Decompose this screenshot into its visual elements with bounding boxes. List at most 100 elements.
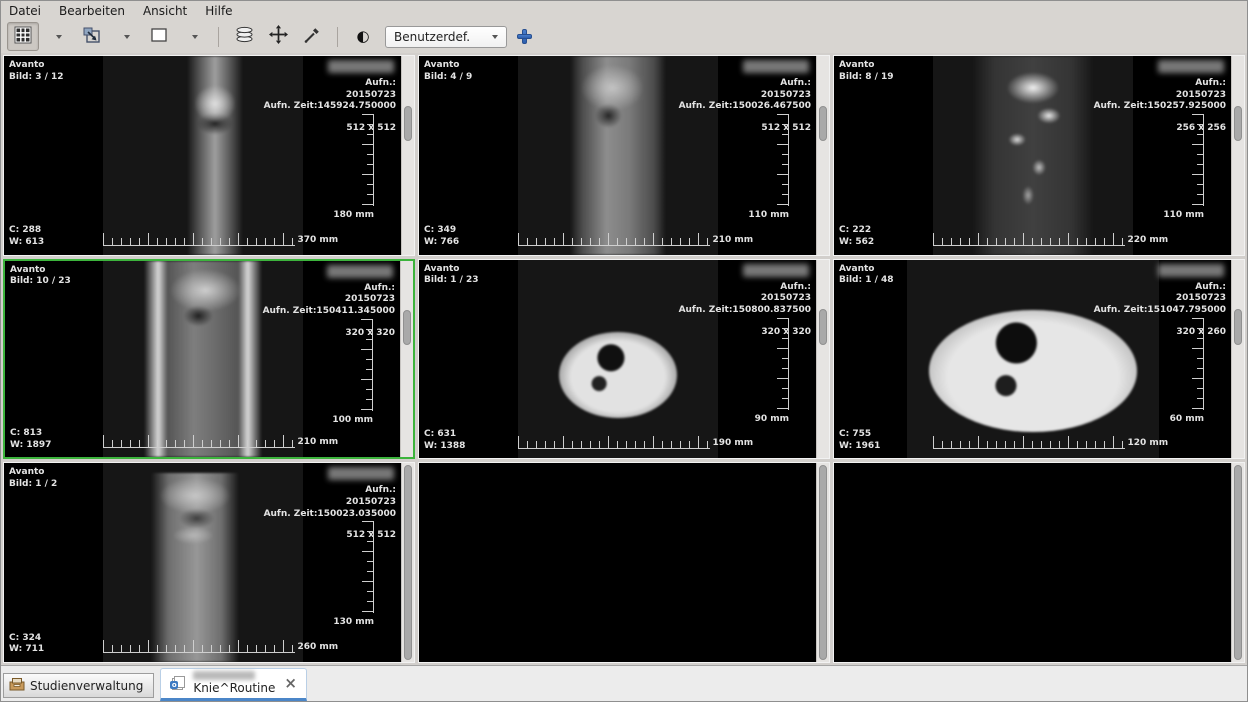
menu-datei[interactable]: Datei (9, 3, 50, 19)
vertical-ruler-ticks (361, 319, 373, 411)
acquisition-date: 20150723 (264, 90, 396, 102)
layout-grid-button[interactable] (7, 22, 39, 51)
zoom-fit-button[interactable] (75, 22, 107, 51)
viewport-scrollbar[interactable] (401, 463, 414, 662)
mri-viewport[interactable]: AvantoBild: 8 / 19Aufn.:20150723Aufn. Ze… (834, 56, 1231, 255)
viewport-cell[interactable]: AvantoBild: 1 / 23Aufn.:20150723Aufn. Ze… (418, 259, 830, 460)
scrollbar-thumb[interactable] (1234, 106, 1242, 142)
viewport-cell[interactable]: AvantoBild: 10 / 23 Aufn.:20150723Aufn. Z… (3, 259, 415, 460)
toolbar-separator (218, 27, 219, 47)
vertical-ruler-label: 180 mm (333, 210, 374, 220)
viewport-cell[interactable]: AvantoBild: 3 / 12Aufn.:20150723Aufn. Ze… (3, 55, 415, 256)
viewport-grid: AvantoBild: 3 / 12Aufn.:20150723Aufn. Ze… (1, 53, 1247, 665)
vertical-ruler: 110 mm (748, 114, 789, 220)
probe-eyedropper-button[interactable] (296, 22, 328, 51)
preset-dropdown[interactable]: Benutzerdef. (385, 26, 507, 48)
viewport-cell[interactable]: AvantoBild: 1 / 48Aufn.:20150723Aufn. Ze… (833, 259, 1245, 460)
patient-name-redacted (743, 60, 809, 73)
study-management-icon (9, 677, 25, 694)
window-value: W: 613 (9, 237, 44, 249)
zoom-fit-dropdown[interactable] (109, 22, 141, 51)
mri-viewport[interactable] (834, 463, 1231, 662)
image-stack-icon: o (170, 676, 187, 692)
viewport-scrollbar[interactable] (401, 56, 414, 255)
pan-move-button[interactable] (262, 22, 294, 51)
acquisition-date-label: Aufn.: (264, 485, 396, 497)
acquisition-date: 20150723 (1094, 90, 1226, 102)
scrollbar-thumb[interactable] (404, 465, 412, 660)
add-preset-plus-icon[interactable] (517, 29, 532, 44)
viewport-cell[interactable] (833, 462, 1245, 663)
background-square-button[interactable] (143, 22, 175, 51)
overlay-device-info: AvantoBild: 8 / 19 (839, 60, 894, 83)
mri-viewport[interactable] (419, 463, 816, 662)
vertical-ruler-ticks (362, 521, 374, 613)
tab-studienverwaltung[interactable]: Studienverwaltung (3, 673, 154, 698)
background-square-dropdown[interactable] (177, 22, 209, 51)
vertical-ruler-ticks (777, 318, 789, 410)
close-tab-icon[interactable]: × (284, 676, 297, 691)
device-name: Avanto (9, 467, 57, 479)
vertical-ruler-label: 100 mm (332, 415, 373, 425)
series-stack-icon (235, 26, 254, 47)
mri-viewport[interactable]: AvantoBild: 1 / 2Aufn.:20150723Aufn. Zei… (4, 463, 401, 662)
window-level-contrast-icon: ◐ (356, 29, 369, 44)
device-name: Avanto (10, 265, 71, 277)
window-level-button[interactable]: ◐ (347, 22, 379, 51)
series-stack-button[interactable] (228, 22, 260, 51)
image-counter: Bild: 1 / 23 (424, 275, 479, 287)
mri-viewport[interactable]: AvantoBild: 3 / 12Aufn.:20150723Aufn. Ze… (4, 56, 401, 255)
viewport-scrollbar[interactable] (1231, 56, 1244, 255)
tab-patient-knie-routine[interactable]: o Knie^Routine × (160, 668, 307, 701)
mri-image (187, 56, 243, 255)
center-value: C: 222 (839, 225, 874, 237)
viewport-scrollbar[interactable] (816, 260, 829, 459)
overlay-device-info: AvantoBild: 10 / 23 (10, 265, 71, 288)
overlay-device-info: AvantoBild: 3 / 12 (9, 60, 64, 83)
mri-viewport[interactable]: AvantoBild: 10 / 23 Aufn.:20150723Aufn. Z… (5, 261, 400, 458)
layout-grid-dropdown[interactable] (41, 22, 73, 51)
center-value: C: 288 (9, 225, 44, 237)
scrollbar-thumb[interactable] (819, 465, 827, 660)
image-counter: Bild: 10 / 23 (10, 276, 71, 288)
viewport-cell[interactable]: AvantoBild: 1 / 2Aufn.:20150723Aufn. Zei… (3, 462, 415, 663)
scrollbar-thumb[interactable] (819, 309, 827, 345)
vertical-ruler-label: 90 mm (755, 414, 789, 424)
overlay-window-level: C: 755W: 1961 (839, 429, 880, 452)
menu-bar: Datei Bearbeiten Ansicht Hilfe (1, 1, 1247, 20)
acquisition-time: Aufn. Zeit:151047.795000 (1094, 305, 1226, 317)
scrollbar-thumb[interactable] (1234, 309, 1242, 345)
window-value: W: 1961 (839, 441, 880, 453)
chevron-down-icon (124, 35, 130, 39)
viewport-scrollbar[interactable] (400, 261, 413, 458)
viewport-cell[interactable] (418, 462, 830, 663)
scrollbar-thumb[interactable] (1234, 465, 1242, 660)
viewport-scrollbar[interactable] (1231, 260, 1244, 459)
overlay-device-info: AvantoBild: 1 / 2 (9, 467, 57, 490)
background-square-icon (150, 26, 168, 48)
viewport-scrollbar[interactable] (816, 463, 829, 662)
device-name: Avanto (839, 264, 894, 276)
vertical-ruler-ticks (1192, 114, 1204, 206)
overlay-acquisition-info: Aufn.:20150723Aufn. Zeit:150411.34500032… (263, 265, 395, 340)
scrollbar-thumb[interactable] (404, 106, 412, 142)
viewport-scrollbar[interactable] (816, 56, 829, 255)
overlay-window-level: C: 324W: 711 (9, 633, 44, 656)
viewport-cell[interactable]: AvantoBild: 8 / 19Aufn.:20150723Aufn. Ze… (833, 55, 1245, 256)
zoom-fit-icon (82, 26, 101, 48)
mri-viewport[interactable]: AvantoBild: 1 / 48Aufn.:20150723Aufn. Ze… (834, 260, 1231, 459)
menu-hilfe[interactable]: Hilfe (205, 3, 241, 19)
scrollbar-thumb[interactable] (819, 106, 827, 142)
menu-bearbeiten[interactable]: Bearbeiten (59, 3, 134, 19)
horizontal-ruler: 220 mm (933, 233, 1169, 246)
horizontal-ruler: 210 mm (103, 435, 339, 448)
mri-viewport[interactable]: AvantoBild: 4 / 9Aufn.:20150723Aufn. Zei… (419, 56, 816, 255)
viewport-cell[interactable]: AvantoBild: 4 / 9Aufn.:20150723Aufn. Zei… (418, 55, 830, 256)
horizontal-ruler-ticks (103, 233, 295, 246)
menu-ansicht[interactable]: Ansicht (143, 3, 196, 19)
patient-name-redacted (328, 60, 394, 73)
mri-viewport[interactable]: AvantoBild: 1 / 23Aufn.:20150723Aufn. Ze… (419, 260, 816, 459)
scrollbar-thumb[interactable] (403, 310, 411, 345)
horizontal-ruler: 370 mm (103, 233, 339, 246)
viewport-scrollbar[interactable] (1231, 463, 1244, 662)
